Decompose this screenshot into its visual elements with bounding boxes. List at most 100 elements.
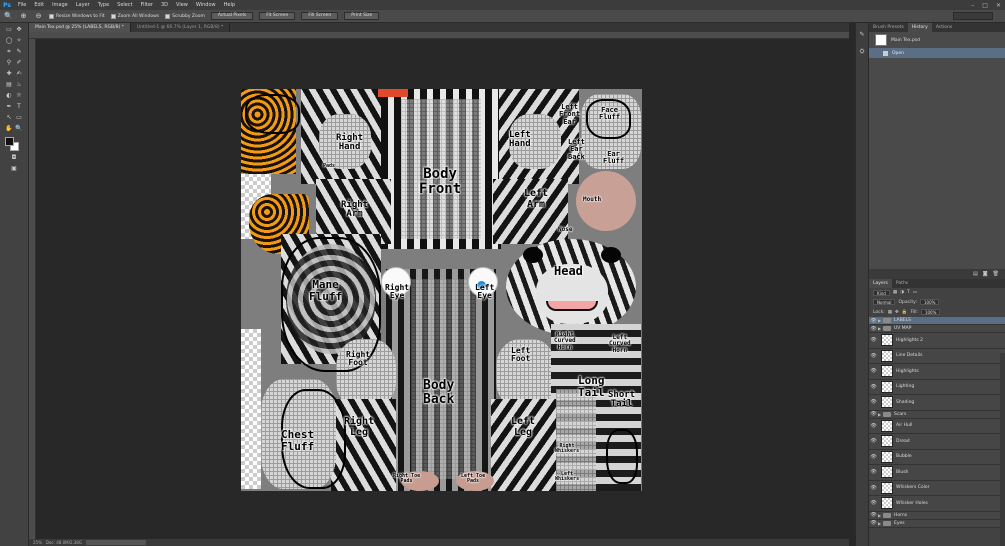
photoshop-logo[interactable]: Ps (0, 0, 14, 10)
layer-row[interactable]: 👁 Highlights (869, 364, 1005, 380)
magic-wand-icon[interactable]: ✧ (15, 37, 23, 45)
shape-tool-icon[interactable]: ▭ (15, 114, 23, 122)
lasso-tool-icon[interactable]: ◯ (5, 37, 13, 45)
filter-shape-icon[interactable]: ▭ (913, 290, 917, 295)
tab-paths[interactable]: Paths (892, 279, 912, 288)
layer-row[interactable]: 👁 Highlights 2 (869, 333, 1005, 349)
fill-screen-button[interactable]: Fill Screen (301, 12, 339, 20)
layer-row[interactable]: 👁 Whiskers Color (869, 481, 1005, 496)
horizontal-ruler[interactable] (29, 32, 849, 39)
layer-row[interactable]: 👁 ▶ LABELS (869, 317, 1005, 325)
vertical-ruler[interactable] (29, 39, 36, 539)
visibility-eye-icon[interactable]: 👁 (869, 326, 878, 332)
workspace-switcher[interactable] (953, 12, 993, 20)
lock-all-icon[interactable]: 🔒 (902, 310, 908, 315)
menu-edit[interactable]: Edit (30, 0, 48, 10)
quick-mask-icon[interactable]: ◘ (10, 154, 18, 162)
crop-tool-icon[interactable]: ⌗ (5, 48, 13, 56)
zoom-level[interactable]: 25% (33, 540, 42, 545)
maximize-icon[interactable]: □ (982, 2, 988, 9)
zoom-all-checkbox[interactable]: Zoom All Windows (110, 13, 159, 19)
history-brush-icon[interactable]: ✍ (15, 70, 23, 78)
menu-view[interactable]: View (172, 0, 192, 10)
marquee-tool-icon[interactable]: ▭ (5, 26, 13, 34)
zoom-tool-icon[interactable]: 🔍 (15, 125, 23, 133)
menu-select[interactable]: Select (113, 0, 136, 10)
uv-texture-artwork[interactable]: Right Hand Left Hand Body Front Right Ar… (241, 89, 642, 491)
path-select-icon[interactable]: ↖ (5, 114, 13, 122)
tab-layers[interactable]: Layers (869, 279, 892, 288)
pen-tool-icon[interactable]: ✒ (5, 103, 13, 111)
tab-actions[interactable]: Actions (932, 23, 956, 32)
layer-row[interactable]: 👁 Shading (869, 395, 1005, 411)
clone-source-icon[interactable]: ⛭ (857, 48, 867, 57)
menu-filter[interactable]: Filter (137, 0, 157, 10)
visibility-eye-icon[interactable]: 👁 (869, 454, 878, 460)
checkbox-icon[interactable] (165, 13, 171, 19)
blur-icon[interactable]: ◐ (5, 92, 13, 100)
fill-input[interactable]: 100% (920, 309, 941, 315)
visibility-eye-icon[interactable]: 👁 (869, 438, 878, 444)
menu-help[interactable]: Help (220, 0, 239, 10)
layer-row[interactable]: 👁 Line Details (869, 349, 1005, 364)
close-icon[interactable]: ✕ (996, 2, 1001, 9)
eraser-icon[interactable]: ▤ (5, 81, 13, 89)
filter-type-icon[interactable]: T (907, 290, 910, 295)
menu-file[interactable]: File (14, 0, 30, 10)
horizontal-scrollbar[interactable] (85, 540, 146, 545)
scrubby-zoom-checkbox[interactable]: Scrubby Zoom (165, 13, 205, 19)
dodge-icon[interactable]: ☼ (15, 92, 23, 100)
layer-row[interactable]: 👁 Air Hull (869, 419, 1005, 434)
new-document-icon[interactable]: ▤ (973, 271, 978, 277)
visibility-eye-icon[interactable]: 👁 (869, 368, 878, 374)
brush-tool-icon[interactable]: ✐ (15, 59, 23, 67)
visibility-eye-icon[interactable]: 👁 (869, 337, 878, 343)
visibility-eye-icon[interactable]: 👁 (869, 399, 878, 405)
filter-pixel-icon[interactable]: ▦ (893, 290, 897, 295)
brush-panel-icon[interactable]: ✎ (857, 31, 867, 40)
spot-heal-icon[interactable]: ⚲ (5, 59, 13, 67)
hand-tool-icon[interactable]: ✋ (5, 125, 13, 133)
trash-icon[interactable]: 🗑 (993, 271, 999, 277)
gradient-icon[interactable]: ♨ (15, 81, 23, 89)
opacity-input[interactable]: 100% (919, 299, 940, 305)
print-size-button[interactable]: Print Size (344, 12, 380, 20)
zoom-out-icon[interactable]: ⊖ (34, 12, 43, 21)
layers-scrollbar[interactable] (1000, 353, 1005, 546)
minimize-icon[interactable]: – (971, 2, 974, 9)
visibility-eye-icon[interactable]: 👁 (869, 520, 878, 526)
visibility-eye-icon[interactable]: 👁 (869, 512, 878, 518)
history-state[interactable]: Open (869, 48, 1005, 58)
zoom-tool-icon[interactable]: 🔍 (4, 12, 13, 21)
resize-windows-checkbox[interactable]: Resize Windows to Fit (49, 13, 105, 19)
lock-position-icon[interactable]: ✥ (895, 310, 899, 315)
canvas-area[interactable]: Right Hand Left Hand Body Front Right Ar… (36, 39, 849, 539)
layer-row[interactable]: 👁 Lighting (869, 380, 1005, 395)
menu-3d[interactable]: 3D (157, 0, 172, 10)
actual-pixels-button[interactable]: Actual Pixels (210, 12, 254, 20)
visibility-eye-icon[interactable]: 👁 (869, 384, 878, 390)
menu-window[interactable]: Window (192, 0, 220, 10)
menu-layer[interactable]: Layer (72, 0, 94, 10)
blend-mode-select[interactable]: Normal (873, 299, 896, 305)
layer-row[interactable]: 👁 Blush (869, 465, 1005, 481)
type-tool-icon[interactable]: T (15, 103, 23, 111)
checkbox-icon[interactable] (49, 13, 54, 19)
layer-row[interactable]: 👁 ▶ UV MAP (869, 325, 1005, 333)
menu-image[interactable]: Image (48, 0, 72, 10)
visibility-eye-icon[interactable]: 👁 (869, 500, 878, 506)
zoom-in-icon[interactable]: ⊕ (19, 12, 28, 21)
tab-untitled-1[interactable]: Untitled-1 @ 66.7% (Layer 1, RGB/8) * (130, 23, 231, 32)
camera-icon[interactable]: ◙ (983, 271, 988, 277)
filter-kind-select[interactable]: Kind (873, 289, 890, 296)
layer-row[interactable]: 👁 ▶ Horns (869, 512, 1005, 520)
visibility-eye-icon[interactable]: 👁 (869, 469, 878, 475)
filter-adjust-icon[interactable]: ◑ (900, 290, 904, 295)
lock-pixels-icon[interactable]: ▦ (888, 310, 892, 315)
tab-brush-presets[interactable]: Brush Presets (869, 23, 908, 32)
layer-row[interactable]: 👁 ▶ Scars (869, 411, 1005, 419)
move-tool-icon[interactable]: ✥ (15, 26, 23, 34)
foreground-color-swatch[interactable] (5, 137, 14, 146)
history-snapshot[interactable]: Main Tex.psd (869, 32, 1005, 48)
clone-stamp-icon[interactable]: ✚ (5, 70, 13, 78)
